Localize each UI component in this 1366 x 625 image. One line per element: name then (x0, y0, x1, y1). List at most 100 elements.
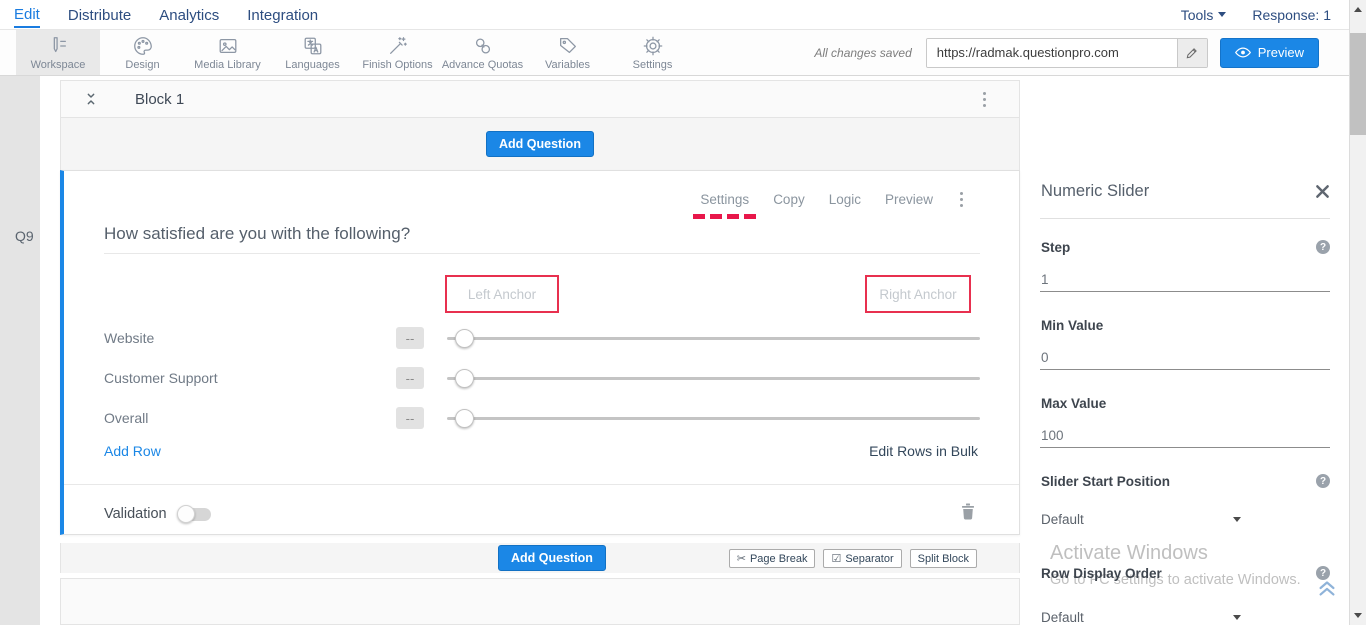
add-question-button[interactable]: Add Question (486, 131, 594, 157)
panel-divider (1040, 218, 1330, 219)
toolbar-tab-workspace[interactable]: Workspace (16, 30, 100, 75)
edit-url-button[interactable] (1177, 39, 1207, 67)
max-value-input[interactable]: 100 (1040, 428, 1330, 448)
row-label[interactable]: Customer Support (104, 370, 396, 386)
slider-handle[interactable] (455, 369, 474, 388)
left-anchor-input[interactable]: Left Anchor (445, 275, 559, 313)
separator-button[interactable]: ☑ Separator (823, 549, 901, 568)
toolbar-tab-label: Advance Quotas (442, 59, 523, 71)
block-menu-kebab-icon[interactable] (980, 89, 989, 110)
question-menu-kebab-icon[interactable] (957, 189, 966, 210)
add-question-strip: Add Question (60, 118, 1020, 170)
slider-row: Website -- (64, 318, 1019, 358)
numeric-slider[interactable] (447, 408, 980, 428)
toolbar-tab-variables[interactable]: Variables (525, 30, 610, 75)
slider-start-position-value: Default (1041, 512, 1084, 527)
question-preview-link[interactable]: Preview (885, 192, 933, 207)
question-title-divider (104, 253, 980, 254)
nav-left: Edit Distribute Analytics Integration (0, 2, 318, 28)
row-value-badge: -- (396, 327, 424, 349)
settings-icon (642, 35, 664, 57)
response-count-link[interactable]: Response: 1 (1252, 7, 1331, 23)
response-count-label: Response: 1 (1252, 7, 1331, 23)
question-logic-link[interactable]: Logic (829, 192, 861, 207)
validation-row: Validation (104, 498, 975, 530)
nav-tab-distribute[interactable]: Distribute (68, 3, 131, 27)
row-label[interactable]: Website (104, 330, 396, 346)
slider-row: Customer Support -- (64, 358, 1019, 398)
split-block-button[interactable]: Split Block (910, 549, 977, 568)
slider-start-position-select[interactable]: Default (1041, 508, 1249, 530)
toolbar-tab-advance-quotas[interactable]: Advance Quotas (440, 30, 525, 75)
nav-tab-integration[interactable]: Integration (247, 3, 318, 27)
toolbar-tab-label: Media Library (194, 59, 261, 71)
question-toolbar: Settings Copy Logic Preview (700, 189, 1019, 210)
survey-url-input[interactable]: https://radmak.questionpro.com (927, 39, 1177, 67)
scrollbar-up-arrow-icon[interactable] (1354, 7, 1362, 12)
close-panel-button[interactable] (1315, 184, 1330, 204)
add-question-button-bottom[interactable]: Add Question (498, 545, 606, 571)
toolbar-tab-label: Variables (545, 59, 590, 71)
delete-question-button[interactable] (961, 503, 975, 525)
block-header: Block 1 (60, 80, 1020, 118)
toolbar-tab-label: Workspace (31, 59, 86, 71)
nav-tab-edit[interactable]: Edit (14, 2, 40, 28)
edit-rows-in-bulk-link[interactable]: Edit Rows in Bulk (869, 443, 978, 459)
scrollbar-down-arrow-icon[interactable] (1354, 613, 1362, 618)
scroll-to-top-button[interactable] (1316, 576, 1338, 605)
row-value-badge: -- (396, 407, 424, 429)
min-value-input[interactable]: 0 (1040, 350, 1330, 370)
split-block-label: Split Block (918, 553, 969, 565)
nav-tab-analytics[interactable]: Analytics (159, 3, 219, 27)
min-value-label: Min Value (1041, 318, 1103, 333)
slider-handle[interactable] (455, 409, 474, 428)
preview-button[interactable]: Preview (1220, 38, 1319, 68)
row-label[interactable]: Overall (104, 410, 396, 426)
question-settings-panel: Activate Windows Go to PC settings to ac… (1040, 76, 1332, 625)
block-footer-tools: ✂ Page Break ☑ Separator Split Block (729, 549, 977, 568)
toolbar-tab-settings[interactable]: Settings (610, 30, 695, 75)
toolbar-tabs: Workspace Design Media Library (16, 30, 695, 75)
toolbar-tab-finish-options[interactable]: Finish Options (355, 30, 440, 75)
toolbar-tab-label: Finish Options (362, 59, 432, 71)
trash-icon (961, 503, 975, 520)
next-block-area (60, 578, 1020, 625)
nav-right: Tools Response: 1 (1181, 7, 1349, 23)
question-copy-link[interactable]: Copy (773, 192, 805, 207)
numeric-slider[interactable] (447, 368, 980, 388)
question-settings-link[interactable]: Settings (700, 192, 749, 207)
slider-handle[interactable] (455, 329, 474, 348)
max-value-label: Max Value (1041, 396, 1106, 411)
step-help-icon[interactable]: ? (1316, 240, 1330, 254)
app-toolbar: Workspace Design Media Library (0, 30, 1349, 76)
row-actions: Add Row Edit Rows in Bulk (104, 443, 978, 459)
add-row-link[interactable]: Add Row (104, 443, 161, 459)
vertical-scrollbar[interactable] (1349, 0, 1366, 625)
numeric-slider[interactable] (447, 328, 980, 348)
row-display-order-select[interactable]: Default (1041, 606, 1249, 625)
step-input[interactable]: 1 (1040, 272, 1330, 292)
row-value-badge: -- (396, 367, 424, 389)
collapse-block-icon[interactable] (83, 90, 99, 108)
question-title[interactable]: How satisfied are you with the following… (104, 224, 410, 244)
page-break-button[interactable]: ✂ Page Break (729, 549, 816, 568)
slider-start-position-help-icon[interactable]: ? (1316, 474, 1330, 488)
slider-row: Overall -- (64, 398, 1019, 438)
question-card: Settings Copy Logic Preview How satisfie… (60, 170, 1020, 535)
block-title[interactable]: Block 1 (135, 91, 184, 108)
tools-dropdown[interactable]: Tools (1181, 7, 1227, 23)
toolbar-tab-media-library[interactable]: Media Library (185, 30, 270, 75)
block-footer: Add Question ✂ Page Break ☑ Separator Sp… (60, 543, 1020, 573)
windows-activation-watermark: Activate Windows (1050, 542, 1208, 565)
right-anchor-input[interactable]: Right Anchor (865, 275, 971, 313)
toolbar-tab-languages[interactable]: Languages (270, 30, 355, 75)
toolbar-tab-design[interactable]: Design (100, 30, 185, 75)
toolbar-tab-label: Design (125, 59, 159, 71)
survey-url-group: https://radmak.questionpro.com (926, 38, 1208, 68)
validation-label: Validation (104, 506, 167, 522)
scrollbar-thumb[interactable] (1350, 33, 1366, 135)
questionpro-editor: Edit Distribute Analytics Integration To… (0, 0, 1366, 625)
validation-toggle[interactable] (179, 508, 211, 521)
languages-icon (302, 35, 324, 57)
toolbar-right: All changes saved https://radmak.questio… (814, 30, 1349, 75)
